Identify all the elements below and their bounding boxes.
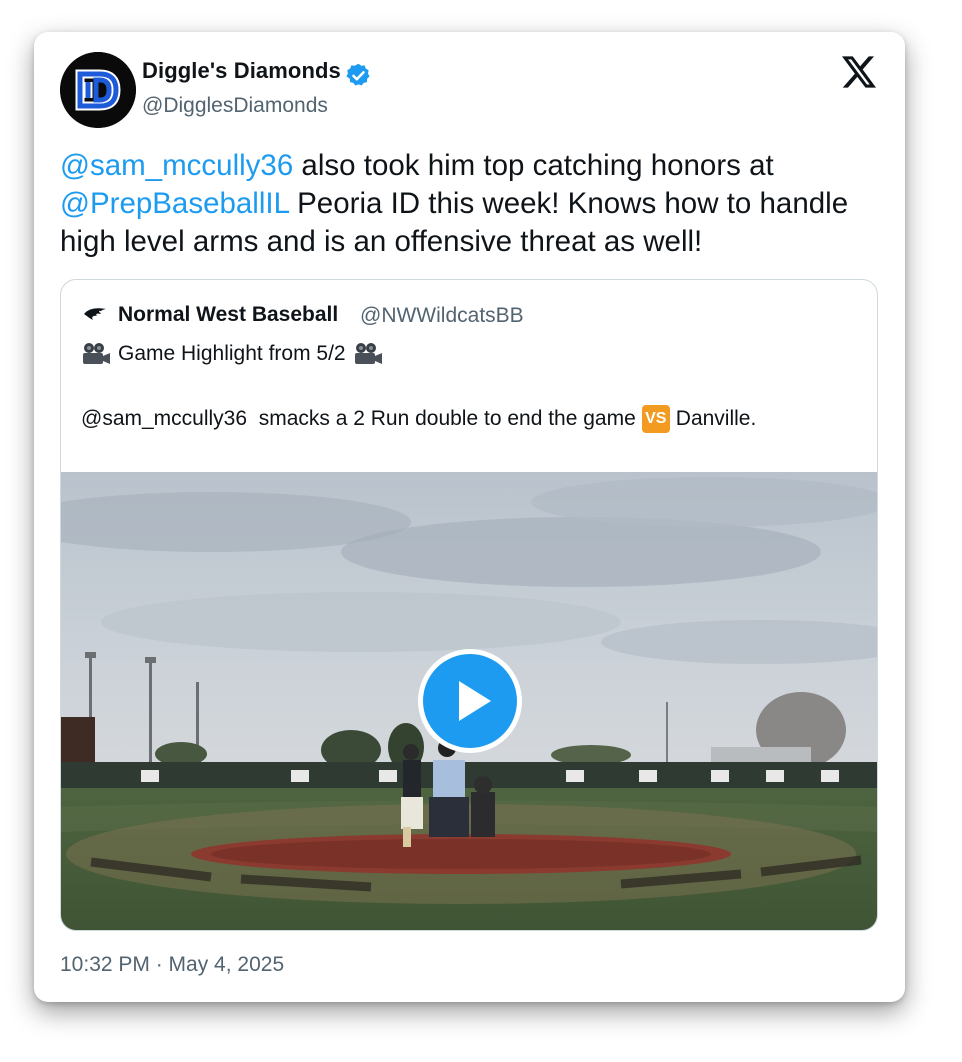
quoted-text-line: Game Highlight from 5/2 — [81, 342, 383, 366]
wildcat-icon — [84, 308, 106, 320]
quoted-author-name[interactable]: Normal West Baseball — [118, 303, 338, 327]
quoted-text: Game Highlight from 5/2 — [118, 342, 346, 365]
author-handle[interactable]: @DigglesDiamonds — [142, 94, 328, 118]
quoted-text-line: @sam_mccully36 smacks a 2 Run double to … — [81, 405, 756, 433]
mention-link[interactable]: @PrepBaseballIL — [60, 187, 289, 220]
dd-monogram-logo-icon — [60, 52, 136, 128]
quoted-text: Danville. — [675, 407, 757, 430]
play-triangle — [459, 681, 491, 721]
x-logo-icon[interactable] — [842, 56, 876, 88]
quoted-text: @sam_mccully36 smacks a 2 Run double to … — [81, 407, 636, 430]
mention-link[interactable]: @sam_mccully36 — [60, 149, 293, 182]
play-icon — [423, 654, 517, 748]
movie-camera-icon — [354, 343, 382, 364]
movie-camera-icon — [83, 343, 110, 364]
quoted-tweet[interactable]: Normal West Baseball @NWWildcatsBB Game … — [60, 279, 878, 931]
vs-badge-icon: VS — [641, 405, 670, 433]
play-button[interactable] — [418, 649, 522, 753]
video-thumbnail[interactable] — [61, 472, 877, 930]
tweet-text-segment: also took him top catching honors at — [293, 149, 774, 182]
verified-badge-icon — [346, 63, 370, 86]
author-name[interactable]: Diggle's Diamonds — [142, 58, 341, 84]
tweet-text: @sam_mccully36 also took him top catchin… — [60, 147, 880, 261]
avatar[interactable] — [60, 52, 136, 128]
tweet-timestamp[interactable]: 10:32 PM · May 4, 2025 — [60, 953, 284, 977]
quoted-author-handle[interactable]: @NWWildcatsBB — [360, 304, 524, 328]
